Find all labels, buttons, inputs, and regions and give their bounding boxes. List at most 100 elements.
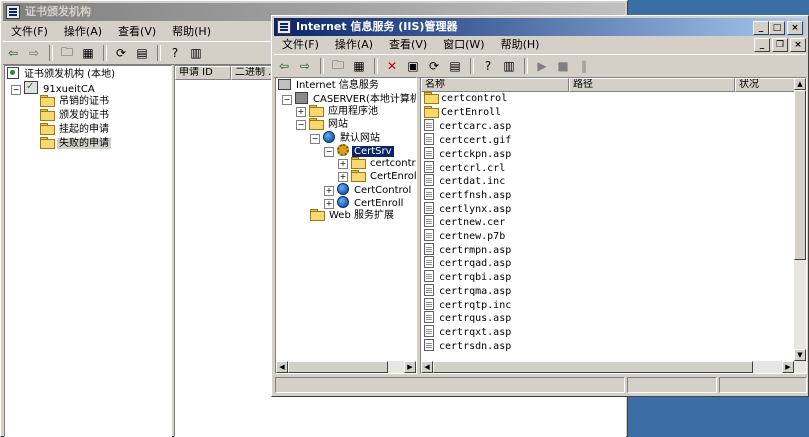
list-vertical-scrollbar[interactable]: ▲ ▼ <box>794 78 806 361</box>
list-item[interactable]: certnew.p7b <box>424 229 505 243</box>
collapse-toggle[interactable]: − <box>11 85 21 95</box>
scroll-left-icon[interactable]: ◀ <box>421 361 433 373</box>
ca-menu-file[interactable]: 文件(F) <box>3 23 56 41</box>
iis-menu-action[interactable]: 操作(A) <box>327 36 381 54</box>
list-item[interactable]: CertEnroll <box>424 105 501 120</box>
forward-arrow-icon[interactable]: ⇨ <box>295 57 315 75</box>
iis-menu-view[interactable]: 查看(V) <box>381 36 435 54</box>
list-item[interactable]: certrqbi.asp <box>424 270 511 284</box>
list-item[interactable]: certcert.gif <box>424 133 511 147</box>
list-item[interactable]: certnew.cer <box>424 215 505 229</box>
tree-item-issued[interactable]: 颁发的证书 <box>40 109 111 123</box>
scroll-up-icon[interactable]: ▲ <box>794 78 806 90</box>
scroll-thumb[interactable] <box>288 361 388 373</box>
export-list-icon[interactable]: ▤ <box>132 44 152 62</box>
tree-item-pending[interactable]: 挂起的申请 <box>40 123 111 137</box>
maximize-icon[interactable]: □ <box>769 21 785 35</box>
close-icon[interactable]: × <box>787 21 803 35</box>
list-item[interactable]: certrqad.asp <box>424 256 511 270</box>
collapse-toggle[interactable]: − <box>282 95 292 105</box>
collapse-toggle[interactable]: − <box>310 134 320 144</box>
tree-item-certcontrol-sub[interactable]: + certcontr <box>338 157 416 171</box>
tree-item-websites[interactable]: − 网站 <box>296 118 350 132</box>
tree-item-web-ext[interactable]: Web 服务扩展 <box>310 209 396 223</box>
collapse-toggle[interactable]: − <box>324 147 334 157</box>
list-item[interactable]: certcontrol <box>424 92 507 106</box>
pause-icon[interactable]: ‖ <box>574 57 594 75</box>
export-list-icon[interactable]: ▤ <box>445 57 465 75</box>
ca-menu-action[interactable]: 操作(A) <box>56 23 110 41</box>
delete-icon[interactable]: ✕ <box>382 57 402 75</box>
iis-menu-file[interactable]: 文件(F) <box>274 36 327 54</box>
list-item[interactable]: certrmpn.asp <box>424 242 511 257</box>
list-item[interactable]: certrsdn.asp <box>424 338 511 353</box>
refresh-icon[interactable]: ⟳ <box>424 57 444 75</box>
tree-item-certenroll-sub[interactable]: + CertEnrol <box>338 170 416 184</box>
expand-toggle[interactable]: + <box>324 199 334 209</box>
iis-titlebar[interactable]: Internet 信息服务 (IIS)管理器 _ □ × <box>274 18 806 36</box>
tree-item-certsrv[interactable]: − CertSrv <box>324 144 394 158</box>
tree-item-failed[interactable]: 失败的申请 <box>40 137 111 151</box>
tree-item-app-pools[interactable]: + 应用程序池 <box>296 105 380 119</box>
properties-icon[interactable]: ▣ <box>403 57 423 75</box>
play-icon[interactable]: ▶ <box>532 57 552 75</box>
list-item[interactable]: certrqxt.asp <box>424 324 511 339</box>
console-icon[interactable]: ▥ <box>499 57 519 75</box>
tree-item-default-site[interactable]: − 默认网站 <box>310 131 382 145</box>
tree-item-certenroll[interactable]: + CertEnroll <box>324 196 405 210</box>
expand-toggle[interactable]: + <box>296 107 306 117</box>
back-arrow-icon[interactable]: ⇦ <box>3 44 23 62</box>
mdi-close-icon[interactable]: × <box>790 38 806 52</box>
scroll-right-icon[interactable]: ▶ <box>782 361 794 373</box>
properties-icon[interactable]: ▥ <box>186 44 206 62</box>
scroll-right-icon[interactable]: ▶ <box>404 361 416 373</box>
iis-menu-window[interactable]: 窗口(W) <box>435 36 492 54</box>
column-header-status[interactable]: 状况 <box>735 78 795 92</box>
tree-horizontal-scrollbar[interactable]: ◀ ▶ <box>276 361 416 373</box>
show-tree-icon[interactable]: ▦ <box>349 57 369 75</box>
scroll-down-icon[interactable]: ▼ <box>794 349 806 361</box>
stop-icon[interactable]: ■ <box>553 57 573 75</box>
tree-item-ca-root[interactable]: 证书颁发机构 (本地) <box>7 67 117 81</box>
expand-toggle[interactable]: + <box>338 172 348 182</box>
minimize-icon[interactable]: _ <box>753 21 769 35</box>
scroll-left-icon[interactable]: ◀ <box>276 361 288 373</box>
mdi-minimize-icon[interactable]: _ <box>754 38 770 52</box>
forward-arrow-icon[interactable]: ⇨ <box>24 44 44 62</box>
list-horizontal-scrollbar[interactable]: ◀ ▶ <box>421 361 806 373</box>
column-header-path[interactable]: 路径 <box>569 78 735 92</box>
tree-item-revoked[interactable]: 吊销的证书 <box>40 95 111 109</box>
tree-item-server[interactable]: − CASERVER(本地计算机) <box>282 92 416 106</box>
show-tree-icon[interactable]: ▦ <box>78 44 98 62</box>
help-icon[interactable]: ? <box>478 57 498 75</box>
list-item[interactable]: certcarc.asp <box>424 119 511 133</box>
up-folder-icon[interactable]: 🗀 <box>328 57 348 75</box>
list-item[interactable]: certckpn.asp <box>424 146 511 161</box>
scroll-thumb[interactable] <box>433 361 753 373</box>
help-icon[interactable]: ? <box>165 44 185 62</box>
list-item[interactable]: certcrl.crl <box>424 160 505 175</box>
list-item[interactable]: certrqus.asp <box>424 311 511 325</box>
list-item[interactable]: certfnsh.asp <box>424 187 511 202</box>
expand-toggle[interactable]: + <box>324 186 334 196</box>
column-header-binary[interactable]: 二进制 ... <box>231 66 275 80</box>
iis-menu-help[interactable]: 帮助(H) <box>493 36 548 54</box>
tree-item-certcontrol[interactable]: + CertControl <box>324 183 413 197</box>
list-item[interactable]: certrqma.asp <box>424 283 511 298</box>
list-item[interactable]: certdat.inc <box>424 174 505 188</box>
list-item[interactable]: certlynx.asp <box>424 201 511 216</box>
column-header-name[interactable]: 名称 <box>421 78 569 92</box>
up-folder-icon[interactable]: 🗀 <box>57 44 77 62</box>
scroll-thumb[interactable] <box>794 90 806 260</box>
list-item[interactable]: certrqtp.inc <box>424 297 511 312</box>
expand-toggle[interactable]: + <box>338 159 348 169</box>
refresh-icon[interactable]: ⟳ <box>111 44 131 62</box>
ca-menu-help[interactable]: 帮助(H) <box>164 23 219 41</box>
tree-item-ca-name[interactable]: − 91xueitCA <box>11 80 97 95</box>
mdi-restore-icon[interactable]: ❐ <box>772 38 788 52</box>
collapse-toggle[interactable]: − <box>296 120 306 130</box>
tree-item-iis-root[interactable]: Internet 信息服务 <box>278 79 381 93</box>
ca-menu-view[interactable]: 查看(V) <box>110 23 164 41</box>
column-header-request-id[interactable]: 申请 ID <box>175 66 231 80</box>
back-arrow-icon[interactable]: ⇦ <box>274 57 294 75</box>
